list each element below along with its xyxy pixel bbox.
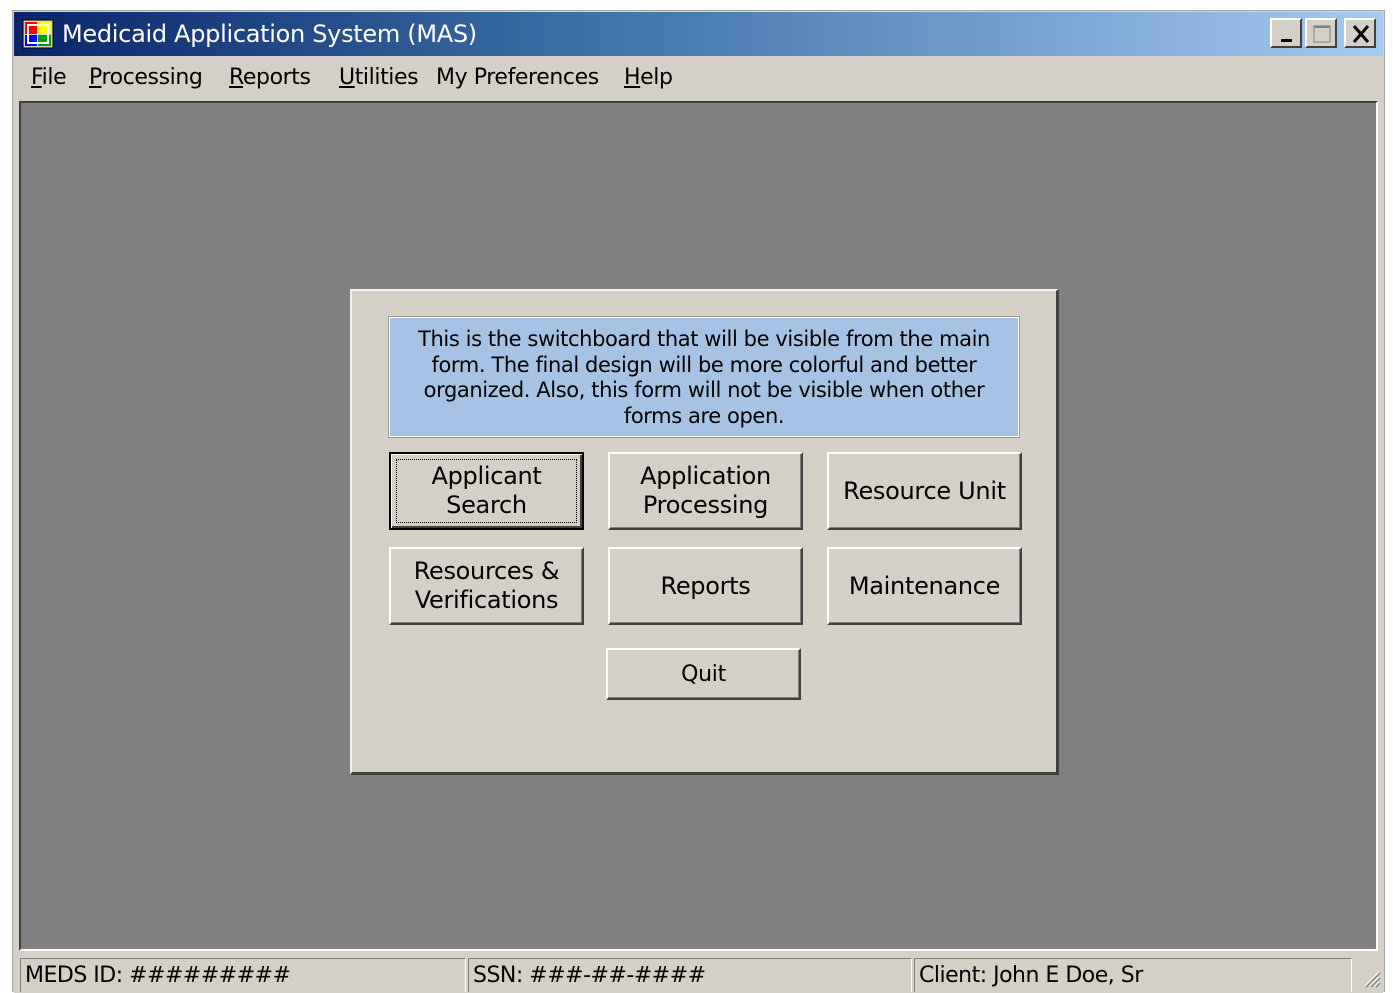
menu-help[interactable]: Help (624, 57, 673, 99)
window-title: Medicaid Application System (MAS) (62, 20, 477, 48)
resources-verifications-label: Resources & Verifications (413, 557, 560, 614)
reports-button[interactable]: Reports (608, 547, 803, 625)
switchboard-note: This is the switchboard that will be vis… (388, 316, 1020, 438)
minimize-icon (1281, 39, 1292, 42)
reports-label: Reports (660, 571, 751, 600)
status-bar: MEDS ID: ######### SSN: ###-##-#### Clie… (14, 955, 1383, 993)
close-button[interactable] (1344, 18, 1376, 48)
mdi-client-area: This is the switchboard that will be vis… (19, 101, 1378, 951)
main-window: Medicaid Application System (MAS) File P… (12, 10, 1385, 993)
application-processing-label: Application Processing (640, 462, 771, 519)
status-ssn: SSN: ###-##-#### (468, 958, 912, 992)
quit-label: Quit (681, 661, 726, 687)
maximize-icon (1313, 25, 1331, 43)
maintenance-label: Maintenance (848, 571, 1001, 600)
status-client: Client: John E Doe, Sr (914, 958, 1352, 992)
application-processing-button[interactable]: Application Processing (608, 452, 803, 530)
focus-rectangle (396, 459, 577, 523)
menu-my-preferences[interactable]: My Preferences (436, 57, 599, 99)
resource-unit-button[interactable]: Resource Unit (827, 452, 1022, 530)
menu-reports[interactable]: Reports (229, 57, 311, 99)
resources-verifications-button[interactable]: Resources & Verifications (389, 547, 584, 625)
menu-utilities[interactable]: Utilities (339, 57, 419, 99)
maintenance-button[interactable]: Maintenance (827, 547, 1022, 625)
resize-grip-icon[interactable] (1359, 966, 1381, 993)
menu-processing[interactable]: Processing (89, 57, 203, 99)
applicant-search-button[interactable]: Applicant Search (389, 452, 584, 530)
resource-unit-label: Resource Unit (843, 476, 1006, 505)
switchboard-form: This is the switchboard that will be vis… (350, 289, 1059, 775)
maximize-button[interactable] (1305, 18, 1337, 48)
status-meds-id: MEDS ID: ######### (20, 958, 466, 992)
menu-bar: File Processing Reports Utilities My Pre… (14, 57, 1383, 99)
title-bar[interactable]: Medicaid Application System (MAS) (14, 12, 1383, 56)
app-window-icon[interactable] (22, 19, 54, 49)
menu-file[interactable]: File (31, 57, 67, 99)
close-icon (1352, 25, 1370, 43)
minimize-button[interactable] (1270, 18, 1302, 48)
quit-button[interactable]: Quit (606, 648, 801, 700)
